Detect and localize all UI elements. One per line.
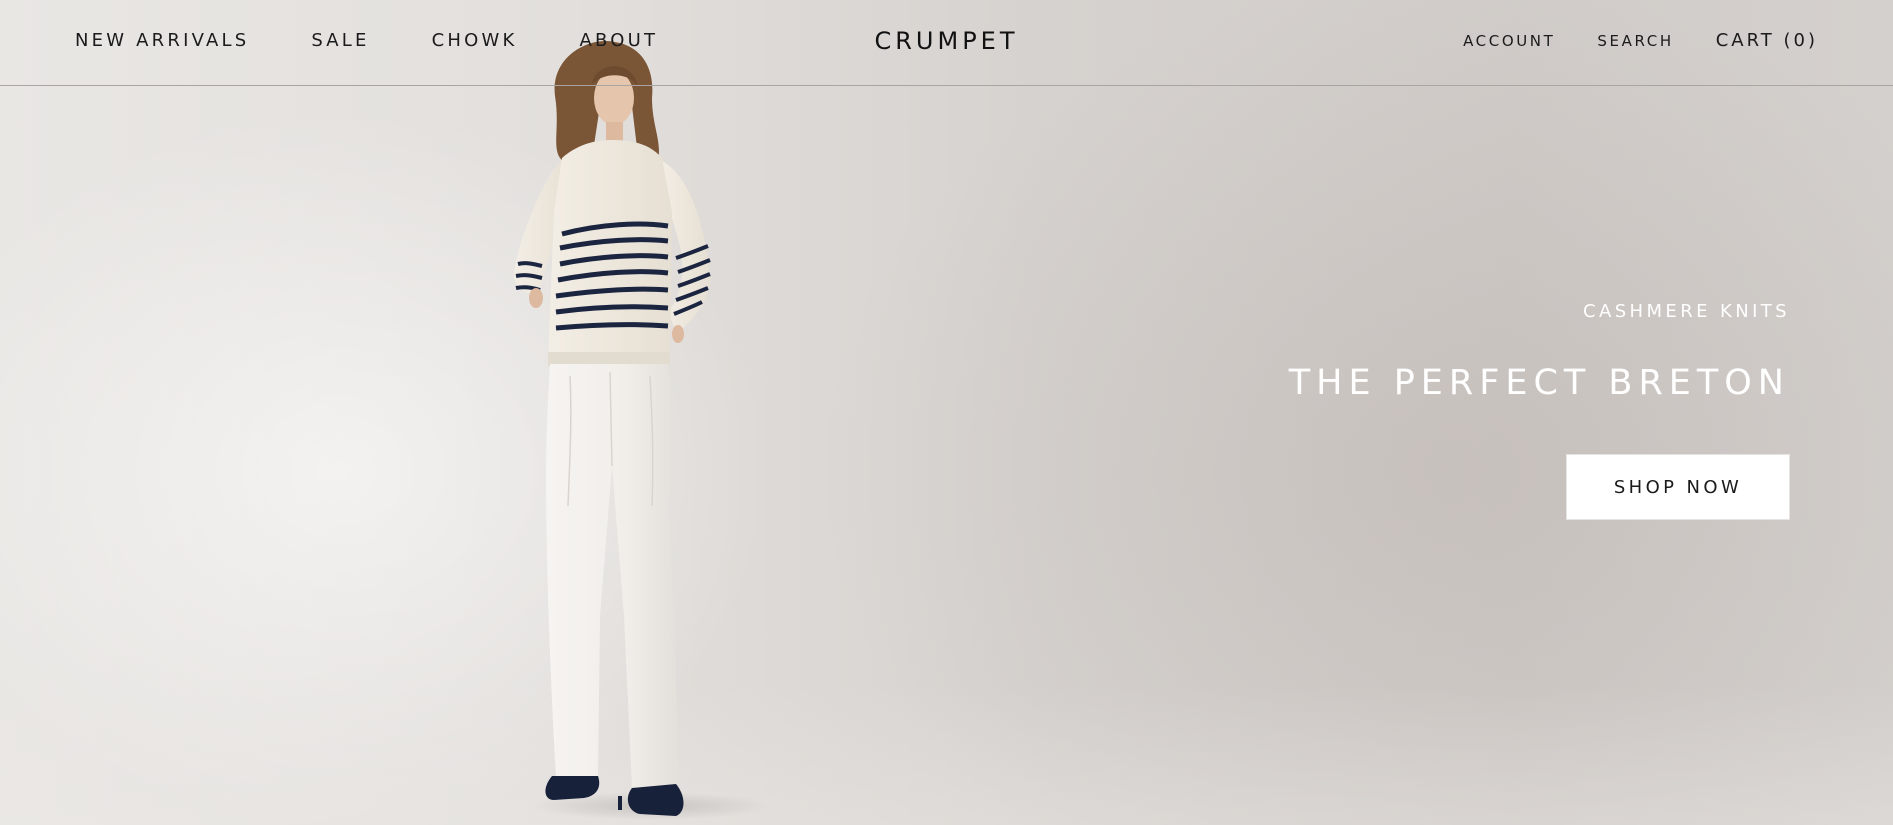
model-right-shoe <box>627 784 684 816</box>
account-link[interactable]: ACCOUNT <box>1463 29 1555 53</box>
hero-headline: THE PERFECT BRETON <box>1288 363 1790 403</box>
homepage: CASHMERE KNITS THE PERFECT BRETON SHOP N… <box>0 0 1893 825</box>
nav-sale[interactable]: SALE <box>311 29 369 53</box>
search-link[interactable]: SEARCH <box>1597 29 1673 53</box>
primary-nav: NEW ARRIVALS SALE CHOWK ABOUT <box>75 29 720 53</box>
model-sweater <box>548 140 672 364</box>
hero-copy: CASHMERE KNITS THE PERFECT BRETON <box>1289 300 1790 427</box>
nav-about[interactable]: ABOUT <box>579 29 658 53</box>
nav-chowk[interactable]: CHOWK <box>432 29 518 53</box>
shop-now-button[interactable]: SHOP NOW <box>1566 454 1790 520</box>
hero-floor-shade <box>0 685 1893 825</box>
utility-nav: ACCOUNT SEARCH CART (0) <box>1463 29 1818 53</box>
hero-eyebrow: CASHMERE KNITS <box>1583 301 1790 322</box>
hero-banner[interactable]: CASHMERE KNITS THE PERFECT BRETON SHOP N… <box>0 0 1893 825</box>
nav-new-arrivals[interactable]: NEW ARRIVALS <box>75 29 249 53</box>
brand-logo[interactable]: CRUMPET <box>874 27 1018 55</box>
site-header: NEW ARRIVALS SALE CHOWK ABOUT CRUMPET AC… <box>0 0 1893 86</box>
hero-model-image <box>513 40 770 820</box>
cart-link[interactable]: CART (0) <box>1716 29 1818 53</box>
model-jeans <box>546 364 678 788</box>
